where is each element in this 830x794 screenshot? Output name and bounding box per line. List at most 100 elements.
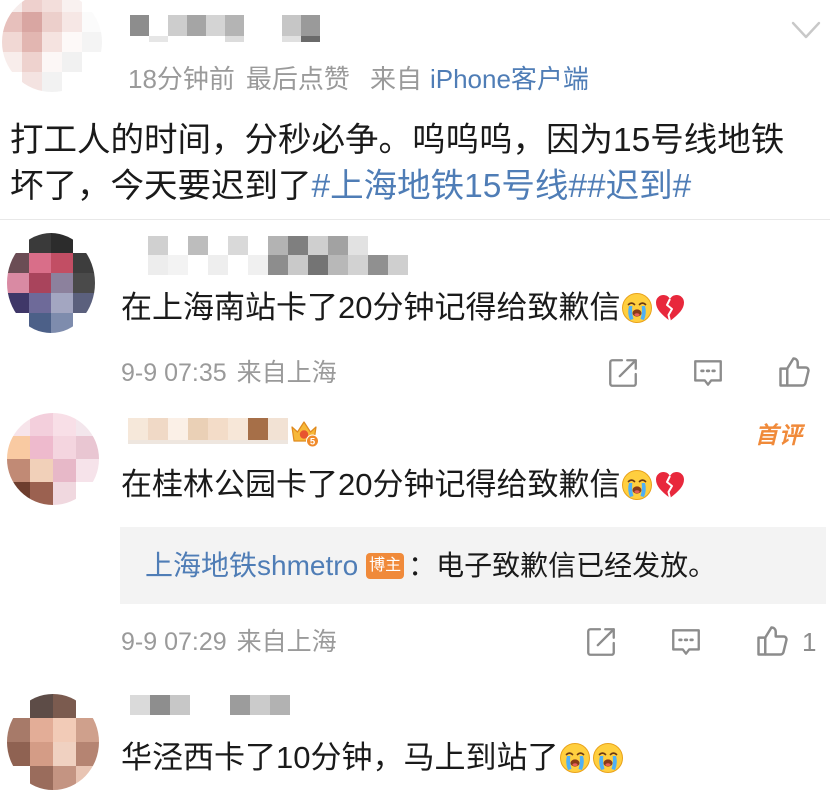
mosaic-cell — [62, 0, 82, 12]
mosaic-cell — [190, 695, 210, 715]
mosaic-cell — [130, 15, 149, 36]
mosaic-cell — [168, 440, 188, 444]
blogger-badge: 博主 — [366, 552, 405, 579]
mosaic-cell — [148, 236, 168, 255]
mosaic-cell — [7, 718, 30, 742]
comment-text: 华泾西卡了10分钟，马上到站了 — [121, 738, 624, 778]
mosaic-cell — [348, 255, 368, 275]
mosaic-cell — [62, 72, 82, 92]
mosaic-cell — [29, 253, 51, 273]
mosaic-cell — [53, 436, 76, 459]
broken-heart-icon — [654, 292, 686, 324]
chevron-down-icon[interactable] — [790, 18, 822, 42]
comment-text: 在桂林公园卡了20分钟记得给致歉信 — [121, 465, 686, 505]
mosaic-cell — [2, 72, 22, 92]
mosaic-cell — [22, 0, 42, 12]
share-icon[interactable] — [584, 625, 618, 659]
comment-meta: 9-9 07:29 来自上海 — [121, 626, 337, 658]
reply-box[interactable]: 上海地铁shmetro 博主 ：电子致歉信已经发放。 — [120, 527, 826, 604]
mosaic-cell — [53, 694, 76, 718]
post-meta: 18分钟前 最后点赞 来自 iPhone客户端 — [128, 63, 589, 95]
mosaic-cell — [270, 695, 290, 715]
comment-body: 在桂林公园卡了20分钟记得给致歉信 — [121, 467, 621, 502]
mosaic-cell — [288, 236, 308, 255]
comment-icon[interactable] — [669, 625, 703, 659]
like-icon[interactable] — [754, 623, 790, 659]
commenter-avatar[interactable] — [7, 413, 99, 505]
mosaic-cell — [228, 236, 248, 255]
mosaic-cell — [30, 459, 53, 482]
mosaic-cell — [268, 440, 288, 444]
hashtag-link[interactable]: #上海地铁15号线# — [312, 168, 588, 205]
mosaic-cell — [82, 32, 102, 52]
mosaic-cell — [128, 418, 148, 440]
mosaic-cell — [7, 313, 29, 333]
mosaic-cell — [208, 236, 228, 255]
mosaic-cell — [208, 440, 228, 444]
hashtag-link[interactable]: #迟到# — [587, 168, 691, 205]
share-icon[interactable] — [606, 356, 640, 390]
commenter-avatar[interactable] — [7, 694, 99, 790]
mosaic-cell — [22, 52, 42, 72]
mosaic-cell — [168, 36, 187, 42]
mosaic-cell — [51, 233, 73, 253]
mosaic-cell — [2, 0, 22, 12]
mosaic-cell — [149, 15, 168, 36]
mosaic-cell — [225, 15, 244, 36]
like-icon[interactable] — [776, 354, 812, 390]
mosaic-cell — [76, 694, 99, 718]
mosaic-cell — [130, 36, 149, 42]
commenter-avatar[interactable] — [7, 233, 95, 333]
mosaic-cell — [268, 418, 288, 440]
mosaic-cell — [248, 418, 268, 440]
commenter-name-mosaic[interactable] — [148, 236, 408, 275]
crying-face-icon — [621, 469, 653, 501]
mosaic-cell — [208, 255, 228, 275]
comment-icon[interactable] — [691, 356, 725, 390]
mosaic-cell — [76, 766, 99, 790]
mosaic-cell — [82, 12, 102, 32]
mosaic-cell — [248, 236, 268, 255]
comment-location: 来自上海 — [236, 628, 337, 656]
mosaic-cell — [82, 0, 102, 12]
mosaic-cell — [168, 255, 188, 275]
mosaic-cell — [7, 436, 30, 459]
mosaic-cell — [7, 233, 29, 253]
mosaic-cell — [388, 236, 408, 255]
mosaic-cell — [308, 236, 328, 255]
post-author-name-mosaic[interactable] — [130, 15, 320, 42]
mosaic-cell — [188, 236, 208, 255]
mosaic-cell — [53, 459, 76, 482]
mosaic-cell — [228, 418, 248, 440]
source-link[interactable]: iPhone客户端 — [430, 63, 589, 95]
mosaic-cell — [42, 72, 62, 92]
comment-body: 华泾西卡了10分钟，马上到站了 — [121, 740, 559, 775]
mosaic-cell — [168, 418, 188, 440]
mosaic-cell — [30, 413, 53, 436]
reply-author-link[interactable]: 上海地铁shmetro — [145, 547, 358, 585]
mosaic-cell — [248, 255, 268, 275]
mosaic-cell — [168, 236, 188, 255]
first-comment-tag: 首评 — [755, 422, 803, 448]
mosaic-cell — [73, 273, 95, 293]
commenter-name-mosaic[interactable] — [128, 418, 288, 444]
mosaic-cell — [53, 742, 76, 766]
mosaic-cell — [51, 293, 73, 313]
mosaic-cell — [188, 255, 208, 275]
mosaic-cell — [30, 718, 53, 742]
post-author-avatar[interactable] — [2, 0, 102, 92]
mosaic-cell — [128, 440, 148, 444]
commenter-name-mosaic[interactable] — [130, 695, 290, 715]
comment-time: 9-9 07:35 — [121, 359, 227, 387]
mosaic-cell — [168, 15, 187, 36]
mosaic-cell — [268, 236, 288, 255]
mosaic-cell — [22, 32, 42, 52]
crown-badge-icon[interactable]: 5 — [288, 416, 320, 448]
mosaic-cell — [51, 253, 73, 273]
crying-face-icon — [621, 292, 653, 324]
mosaic-cell — [29, 273, 51, 293]
mosaic-cell — [7, 766, 30, 790]
mosaic-cell — [188, 440, 208, 444]
mosaic-cell — [148, 440, 168, 444]
post-text: 打工人的时间，分秒必争。呜呜呜，因为15号线地铁坏了，今天要迟到了#上海地铁15… — [10, 118, 800, 210]
